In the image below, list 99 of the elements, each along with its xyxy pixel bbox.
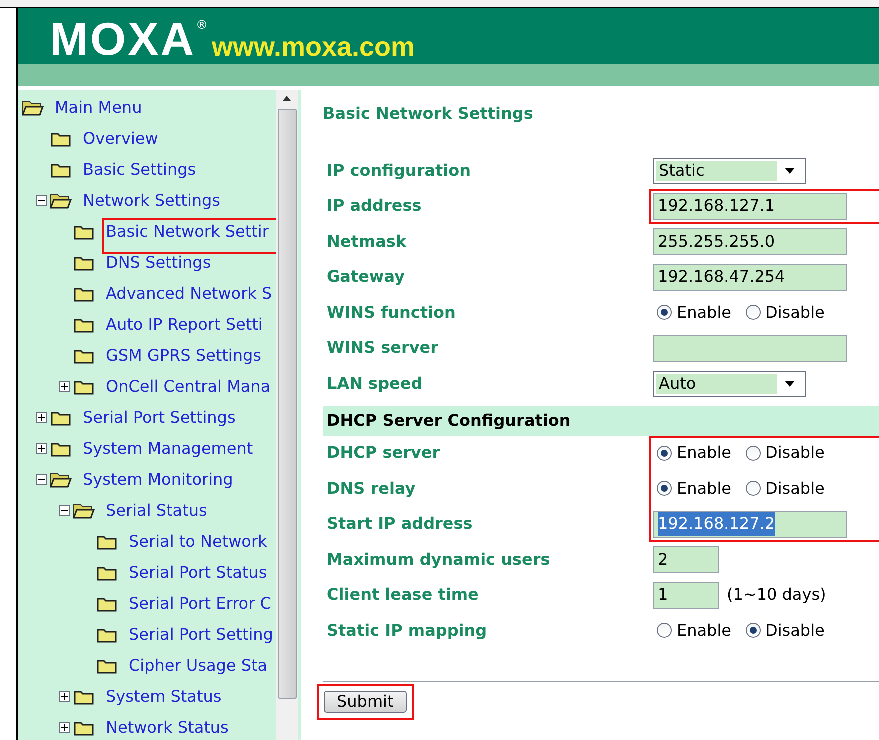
- dropdown[interactable]: Static: [653, 158, 806, 184]
- menu-item[interactable]: System Management: [81, 436, 256, 460]
- menu-item[interactable]: Serial to Network: [127, 530, 270, 554]
- field-label: Maximum dynamic users: [326, 548, 552, 571]
- radio-button[interactable]: [657, 623, 672, 638]
- field-label: Gateway: [326, 266, 406, 288]
- menu-item[interactable]: Basic Settings: [81, 158, 198, 182]
- folder-icon: [73, 286, 95, 302]
- text-field[interactable]: 255.255.255.0: [653, 228, 847, 256]
- menu-item[interactable]: GSM GPRS Settings: [104, 344, 264, 368]
- submit-button[interactable]: Submit: [324, 690, 407, 712]
- radio-label[interactable]: Enable: [677, 618, 732, 643]
- radio-button[interactable]: [746, 623, 760, 638]
- folder-icon: [73, 378, 95, 394]
- field-label: LAN speed: [326, 372, 424, 395]
- folder-icon: [73, 316, 95, 332]
- folder-icon: [73, 688, 95, 704]
- menu-item[interactable]: System Monitoring: [81, 468, 236, 492]
- text-field[interactable]: [653, 334, 847, 362]
- menu-item[interactable]: OnCell Central Mana: [104, 374, 273, 398]
- open-folder-icon: [73, 502, 95, 518]
- collapse-icon[interactable]: [36, 474, 47, 485]
- field-label: WINS function: [326, 302, 457, 324]
- radio-label[interactable]: Enable: [677, 476, 732, 501]
- menu-item[interactable]: Main Menu: [53, 96, 144, 120]
- dropdown[interactable]: Auto: [653, 370, 806, 397]
- folder-icon: [73, 348, 95, 364]
- folder-icon: [50, 162, 72, 178]
- menu-item[interactable]: Serial Port Settings: [81, 406, 238, 430]
- page-title: Basic Network Settings: [323, 103, 534, 125]
- field-label: IP address: [326, 195, 423, 218]
- radio-label[interactable]: Disable: [766, 476, 825, 501]
- menu-item[interactable]: Serial Port Status: [127, 560, 270, 584]
- folder-icon: [96, 658, 118, 674]
- number-field[interactable]: 1: [653, 582, 719, 609]
- menu-item[interactable]: Serial Port Setting: [127, 622, 276, 646]
- text-field[interactable]: 192.168.127.1: [653, 192, 847, 220]
- collapse-icon[interactable]: [36, 195, 47, 206]
- logo: MOXA: [50, 16, 196, 62]
- radio-label[interactable]: Disable: [766, 300, 825, 325]
- radio-button[interactable]: [657, 481, 672, 496]
- radio-label[interactable]: Disable: [766, 618, 825, 643]
- folder-icon: [50, 130, 72, 146]
- menu-item[interactable]: Overview: [81, 126, 160, 150]
- folder-icon: [96, 564, 118, 580]
- menu-item[interactable]: Advanced Network S: [104, 282, 274, 306]
- menu-item[interactable]: Network Settings: [81, 188, 223, 212]
- folder-icon: [96, 596, 118, 612]
- field-label: IP configuration: [326, 160, 472, 182]
- expand-icon[interactable]: [36, 443, 47, 454]
- menu-item[interactable]: Network Status: [104, 716, 231, 740]
- section-header: DHCP Server Configuration: [323, 406, 879, 436]
- folder-icon: [50, 440, 72, 456]
- radio-button[interactable]: [746, 481, 760, 496]
- radio-button[interactable]: [657, 446, 672, 461]
- folder-icon: [73, 254, 95, 270]
- menu-item[interactable]: Auto IP Report Setti: [104, 312, 265, 336]
- expand-icon[interactable]: [36, 412, 47, 423]
- expand-icon[interactable]: [59, 691, 70, 702]
- expand-icon[interactable]: [59, 381, 70, 392]
- field-label: DHCP server: [326, 442, 442, 464]
- radio-label[interactable]: Enable: [677, 441, 732, 466]
- radio-button[interactable]: [746, 305, 760, 320]
- field-label: WINS server: [326, 337, 440, 360]
- menu-item[interactable]: Cipher Usage Sta: [127, 654, 270, 678]
- folder-icon: [73, 224, 95, 240]
- scrollbar[interactable]: [276, 90, 298, 740]
- menu-item[interactable]: Serial Port Error C: [127, 592, 274, 616]
- field-label: DNS relay: [326, 478, 417, 500]
- collapse-icon[interactable]: [59, 505, 70, 516]
- field-label: Static IP mapping: [326, 620, 488, 642]
- menu-item[interactable]: Serial Status: [104, 498, 210, 522]
- field-label: Client lease time: [326, 584, 480, 606]
- folder-icon: [50, 410, 72, 426]
- radio-button[interactable]: [746, 446, 760, 461]
- website-url: www.moxa.com: [212, 34, 416, 61]
- open-folder-icon: [50, 472, 72, 488]
- folder-icon: [96, 534, 118, 550]
- scroll-thumb[interactable]: [278, 109, 296, 699]
- expand-icon[interactable]: [59, 722, 70, 733]
- menu-item[interactable]: Basic Network Settir: [104, 220, 276, 252]
- folder-icon: [73, 720, 95, 736]
- open-folder-icon: [50, 192, 72, 208]
- hint-text: (1~10 days): [727, 584, 826, 606]
- number-field[interactable]: 2: [653, 546, 719, 574]
- registered-mark: ®: [196, 17, 208, 34]
- caret-icon: [785, 168, 795, 174]
- menu-item[interactable]: System Status: [104, 684, 224, 708]
- field-label: Netmask: [326, 230, 408, 253]
- text-field[interactable]: 192.168.127.2: [653, 510, 847, 538]
- scroll-up-icon[interactable]: [283, 96, 291, 101]
- radio-label[interactable]: Enable: [677, 300, 732, 325]
- menu-item[interactable]: DNS Settings: [104, 250, 214, 274]
- text-field[interactable]: 192.168.47.254: [653, 264, 847, 291]
- field-label: Start IP address: [326, 513, 474, 536]
- radio-button[interactable]: [657, 305, 672, 320]
- radio-label[interactable]: Disable: [766, 441, 825, 466]
- caret-icon: [785, 380, 795, 387]
- folder-icon: [96, 626, 118, 642]
